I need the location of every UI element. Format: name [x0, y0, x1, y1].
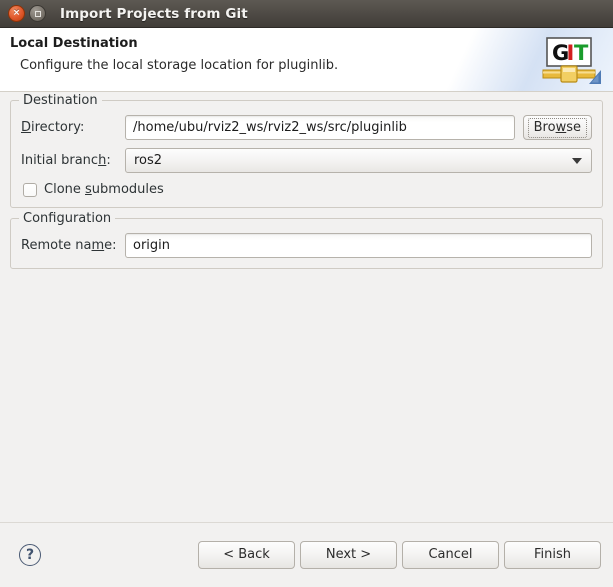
maximize-icon[interactable] — [29, 5, 46, 22]
browse-button-label: Browse — [528, 118, 587, 138]
configuration-group-title: Configuration — [19, 211, 115, 226]
svg-text:T: T — [574, 41, 589, 65]
close-icon[interactable]: × — [8, 5, 25, 22]
wizard-header: Local Destination Configure the local st… — [0, 28, 613, 92]
initial-branch-combobox[interactable]: ros2 — [125, 148, 592, 173]
clone-submodules-row[interactable]: Clone submodules — [23, 182, 592, 197]
initial-branch-value: ros2 — [134, 153, 572, 168]
remote-name-input[interactable] — [125, 233, 592, 258]
help-icon[interactable]: ? — [19, 544, 41, 566]
git-logo-icon: G I T — [537, 36, 601, 90]
clone-submodules-checkbox[interactable] — [23, 183, 37, 197]
remote-name-row: Remote name: — [21, 233, 592, 258]
cancel-button[interactable]: Cancel — [402, 541, 499, 569]
remote-name-label: Remote name: — [21, 238, 125, 253]
destination-group: Destination Directory: Browse Initial br… — [10, 100, 603, 208]
directory-input[interactable] — [125, 115, 515, 140]
directory-label: Directory: — [21, 120, 125, 135]
back-button[interactable]: < Back — [198, 541, 295, 569]
page-title: Local Destination — [10, 36, 601, 51]
clone-submodules-label: Clone submodules — [44, 182, 164, 197]
chevron-down-icon — [572, 158, 582, 164]
window-title: Import Projects from Git — [60, 6, 605, 22]
directory-row: Directory: Browse — [21, 115, 592, 140]
footer-buttons: < Back Next > Cancel Finish — [198, 541, 601, 569]
title-bar: × Import Projects from Git — [0, 0, 613, 28]
destination-group-title: Destination — [19, 93, 102, 108]
finish-button[interactable]: Finish — [504, 541, 601, 569]
next-button[interactable]: Next > — [300, 541, 397, 569]
initial-branch-label-text: Initial branc — [21, 153, 98, 168]
dialog-footer: ? < Back Next > Cancel Finish — [0, 522, 613, 587]
initial-branch-label: Initial branch: — [21, 153, 125, 168]
initial-branch-row: Initial branch: ros2 — [21, 148, 592, 173]
directory-label-text: irectory: — [31, 120, 84, 135]
configuration-group: Configuration Remote name: — [10, 218, 603, 269]
directory-label-mnemonic: D — [21, 120, 31, 135]
dialog-window: × Import Projects from Git Local Destina… — [0, 0, 613, 587]
page-description: Configure the local storage location for… — [20, 58, 601, 73]
dialog-content: Destination Directory: Browse Initial br… — [0, 92, 613, 522]
browse-button[interactable]: Browse — [523, 115, 592, 140]
